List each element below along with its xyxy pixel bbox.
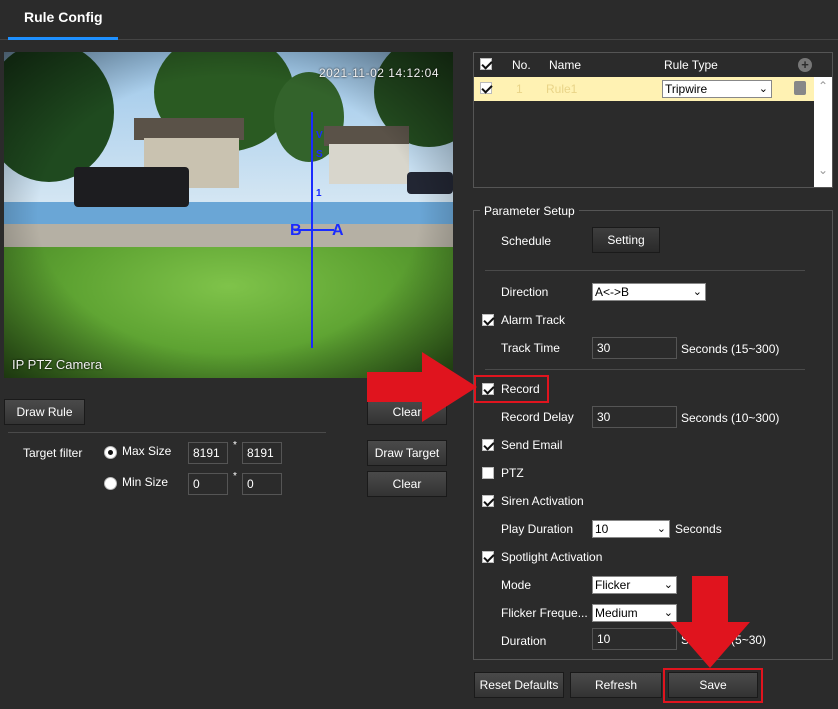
- max-size-radio[interactable]: [104, 446, 117, 459]
- direction-select[interactable]: A<->B ⌄: [592, 283, 706, 301]
- mode-label: Mode: [501, 578, 532, 592]
- col-rule-type: Rule Type: [664, 58, 718, 72]
- scroll-down-icon[interactable]: ⌄: [818, 163, 828, 177]
- track-time-unit: Seconds (15~300): [681, 342, 780, 356]
- min-size-label: Min Size: [122, 475, 169, 489]
- track-time-label: Track Time: [501, 341, 560, 355]
- add-rule-icon[interactable]: +: [798, 58, 812, 72]
- duration-label: Duration: [501, 634, 547, 648]
- trash-icon[interactable]: [794, 81, 806, 95]
- times-symbol: *: [233, 471, 237, 482]
- send-email-label: Send Email: [501, 438, 563, 452]
- chevron-down-icon: ⌄: [758, 83, 768, 95]
- tripwire-marker-v: V: [316, 130, 323, 141]
- table-scrollbar[interactable]: ⌃ ⌄: [814, 77, 832, 187]
- camera-preview[interactable]: V S 1 B A 2021-11-02 14:12:04 IP PTZ Cam…: [4, 52, 453, 378]
- max-width-input[interactable]: 8191: [188, 442, 228, 464]
- lens-vignette: [4, 52, 453, 378]
- osd-camera-label: IP PTZ Camera: [12, 357, 103, 372]
- mode-value: Flicker: [595, 578, 631, 592]
- col-no: No.: [512, 58, 531, 72]
- target-filter-label: Target filter: [23, 446, 83, 460]
- mode-select[interactable]: Flicker ⌄: [592, 576, 677, 594]
- tripwire-label-a: A: [332, 222, 344, 239]
- table-row[interactable]: 1 Rule1 Tripwire ⌄: [474, 77, 814, 101]
- send-email-checkbox[interactable]: [482, 439, 494, 451]
- tripwire-label-b: B: [290, 222, 302, 239]
- min-height-input[interactable]: 0: [242, 473, 282, 495]
- siren-activation-checkbox[interactable]: [482, 495, 494, 507]
- min-width-input[interactable]: 0: [188, 473, 228, 495]
- ptz-checkbox[interactable]: [482, 467, 494, 479]
- col-name: Name: [549, 58, 582, 72]
- divider: [485, 369, 805, 370]
- divider: [8, 432, 326, 433]
- divider: [485, 270, 805, 271]
- tripwire-marker-1: 1: [316, 188, 322, 199]
- play-duration-value: 10: [595, 522, 609, 536]
- direction-value: A<->B: [595, 285, 630, 299]
- red-arrow-down-icon: [670, 576, 750, 668]
- select-all-checkbox[interactable]: [480, 58, 492, 70]
- parameter-setup-title: Parameter Setup: [480, 204, 579, 218]
- active-tab-underline: [8, 37, 118, 40]
- max-size-label: Max Size: [122, 444, 172, 458]
- alarm-track-label: Alarm Track: [501, 313, 566, 327]
- play-duration-unit: Seconds: [675, 522, 722, 536]
- draw-rule-button[interactable]: Draw Rule: [4, 399, 85, 425]
- play-duration-label: Play Duration: [501, 522, 574, 536]
- rule-table: No. Name Rule Type + 1 Rule1 Tripwire ⌄ …: [473, 52, 833, 188]
- flicker-frequency-value: Medium: [595, 606, 638, 620]
- osd-timestamp: 2021-11-02 14:12:04: [318, 66, 439, 80]
- schedule-setting-button[interactable]: Setting: [592, 227, 660, 253]
- track-time-input[interactable]: 30: [592, 337, 677, 359]
- top-bar: [0, 0, 838, 40]
- save-button[interactable]: Save: [668, 672, 758, 698]
- refresh-button[interactable]: Refresh: [570, 672, 662, 698]
- rule-table-header: No. Name Rule Type +: [474, 53, 832, 75]
- rule-type-select[interactable]: Tripwire ⌄: [662, 80, 772, 98]
- ptz-label: PTZ: [501, 466, 524, 480]
- times-symbol: *: [233, 440, 237, 451]
- reset-defaults-button[interactable]: Reset Defaults: [474, 672, 564, 698]
- play-duration-select[interactable]: 10 ⌄: [592, 520, 670, 538]
- chevron-down-icon: ⌄: [692, 286, 702, 298]
- row-no: 1: [516, 82, 523, 96]
- duration-input[interactable]: 10: [592, 628, 677, 650]
- flicker-frequency-select[interactable]: Medium ⌄: [592, 604, 677, 622]
- draw-target-button[interactable]: Draw Target: [367, 440, 447, 466]
- record-delay-label: Record Delay: [501, 410, 574, 424]
- red-arrow-right-icon: [367, 352, 477, 422]
- record-checkbox[interactable]: [482, 383, 494, 395]
- alarm-track-checkbox[interactable]: [482, 314, 494, 326]
- row-checkbox[interactable]: [480, 82, 492, 94]
- record-label: Record: [501, 382, 540, 396]
- scroll-up-icon[interactable]: ⌃: [818, 79, 828, 93]
- clear-target-button[interactable]: Clear: [367, 471, 447, 497]
- schedule-label: Schedule: [501, 234, 552, 248]
- chevron-down-icon: ⌄: [656, 523, 666, 535]
- max-height-input[interactable]: 8191: [242, 442, 282, 464]
- record-delay-unit: Seconds (10~300): [681, 411, 780, 425]
- min-size-radio[interactable]: [104, 477, 117, 490]
- direction-label: Direction: [501, 285, 549, 299]
- spotlight-activation-label: Spotlight Activation: [501, 550, 603, 564]
- siren-activation-label: Siren Activation: [501, 494, 584, 508]
- page-title[interactable]: Rule Config: [24, 9, 103, 25]
- tripwire-marker-s: S: [316, 149, 323, 160]
- row-name[interactable]: Rule1: [546, 82, 577, 96]
- record-delay-input[interactable]: 30: [592, 406, 677, 428]
- flicker-frequency-label: Flicker Freque...: [501, 606, 588, 620]
- spotlight-activation-checkbox[interactable]: [482, 551, 494, 563]
- rule-type-value: Tripwire: [665, 82, 708, 96]
